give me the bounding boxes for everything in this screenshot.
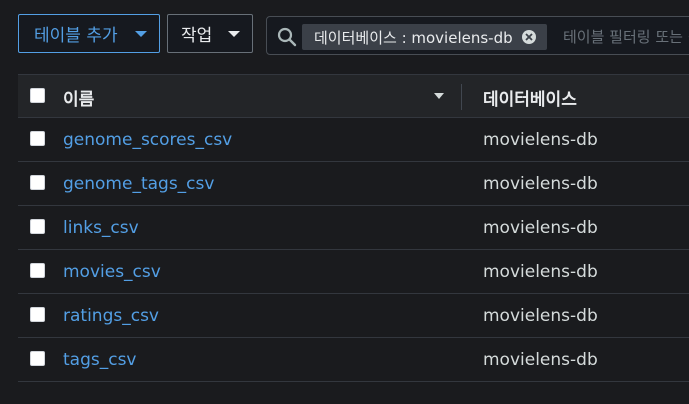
database-cell: movielens-db [483, 218, 598, 238]
table-name-link[interactable]: genome_scores_csv [63, 130, 232, 150]
table-row: links_csv movielens-db [18, 206, 689, 250]
table-name-link[interactable]: links_csv [63, 218, 139, 238]
table-row: tags_csv movielens-db [18, 338, 689, 382]
table-row: ratings_csv movielens-db [18, 294, 689, 338]
table-row: movies_csv movielens-db [18, 250, 689, 294]
row-checkbox[interactable] [30, 351, 45, 366]
sort-descending-icon[interactable] [434, 93, 444, 99]
database-cell: movielens-db [483, 306, 598, 326]
table-name-link[interactable]: tags_csv [63, 350, 137, 370]
tables-page: 테이블 추가 작업 데이터베이스 : movielens-db 테이블 필터링 … [0, 0, 689, 404]
database-cell: movielens-db [483, 262, 598, 282]
search-icon [277, 27, 297, 47]
database-cell: movielens-db [483, 174, 598, 194]
table-name-link[interactable]: ratings_csv [63, 306, 159, 326]
actions-label: 작업 [181, 26, 213, 46]
table-row: genome_tags_csv movielens-db [18, 162, 689, 206]
row-checkbox[interactable] [30, 307, 45, 322]
search-placeholder: 테이블 필터링 또는 검색 [563, 28, 689, 46]
table-header-row: 이름 데이터베이스 [18, 74, 689, 118]
row-checkbox[interactable] [30, 175, 45, 190]
column-header-name[interactable]: 이름 [63, 85, 94, 110]
add-table-label: 테이블 추가 [34, 26, 118, 46]
remove-filter-icon[interactable] [521, 29, 537, 45]
caret-down-icon [135, 31, 147, 37]
table-name-link[interactable]: movies_csv [63, 262, 161, 282]
row-checkbox[interactable] [30, 131, 45, 146]
table-row: genome_scores_csv movielens-db [18, 118, 689, 162]
database-cell: movielens-db [483, 130, 598, 150]
filter-token-label: 데이터베이스 : movielens-db [314, 28, 513, 47]
filter-token: 데이터베이스 : movielens-db [302, 24, 547, 50]
row-checkbox[interactable] [30, 219, 45, 234]
caret-down-icon [228, 31, 240, 37]
row-checkbox[interactable] [30, 263, 45, 278]
table-search-field[interactable]: 데이터베이스 : movielens-db 테이블 필터링 또는 검색 [266, 16, 689, 55]
tables-table: 이름 데이터베이스 genome_scores_csv movielens-db… [18, 74, 689, 382]
column-divider[interactable] [461, 84, 462, 110]
select-all-checkbox[interactable] [30, 88, 45, 103]
column-header-database[interactable]: 데이터베이스 [483, 85, 577, 110]
database-cell: movielens-db [483, 350, 598, 370]
actions-button[interactable]: 작업 [167, 14, 253, 53]
table-name-link[interactable]: genome_tags_csv [63, 174, 214, 194]
add-table-button[interactable]: 테이블 추가 [18, 14, 160, 53]
